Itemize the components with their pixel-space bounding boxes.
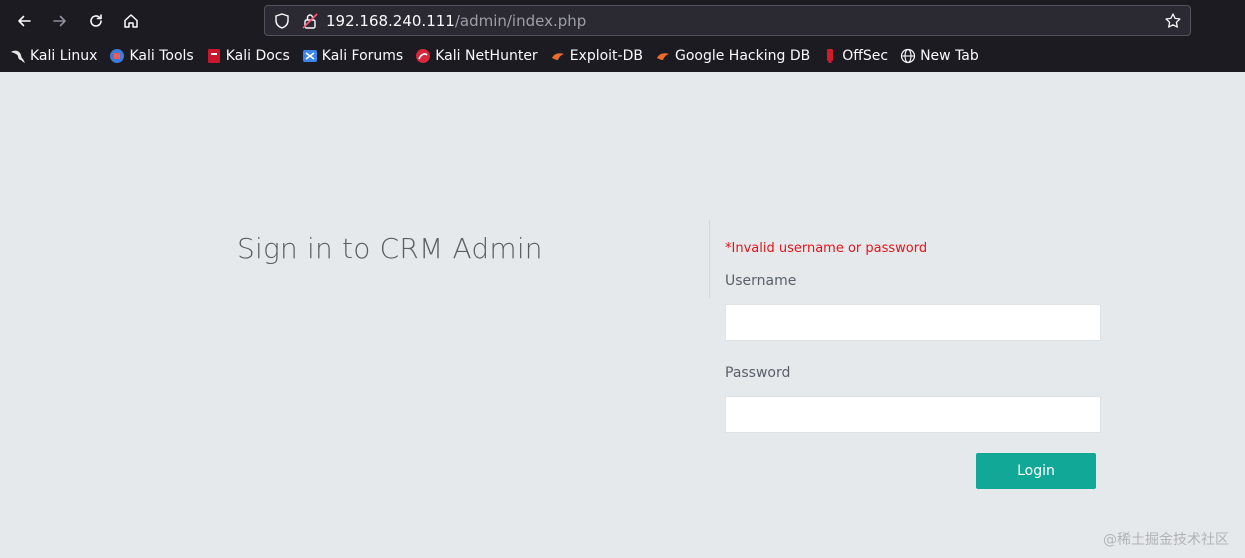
bookmark-kali-linux[interactable]: Kali Linux [10, 48, 97, 64]
bookmark-label: Google Hacking DB [674, 48, 811, 64]
browser-chrome: 192.168.240.111/admin/index.php Kali Lin… [0, 0, 1245, 72]
home-button[interactable] [118, 8, 144, 34]
bookmark-label: Kali Tools [129, 48, 194, 64]
password-label: Password [725, 365, 791, 381]
watermark: @稀土掘金技术社区 [1103, 532, 1229, 548]
bookmarks-bar: Kali Linux Kali Tools Kali Docs Kali For… [10, 44, 991, 68]
bookmark-label: OffSec [842, 48, 889, 64]
globe-icon [900, 48, 916, 64]
offsec-icon [822, 48, 838, 64]
bookmark-new-tab[interactable]: New Tab [900, 48, 979, 64]
bookmark-label: New Tab [920, 48, 979, 64]
bookmark-label: Kali Linux [30, 48, 98, 64]
bookmark-offsec[interactable]: OffSec [822, 48, 888, 64]
kali-forums-icon [302, 48, 318, 64]
bookmark-kali-tools[interactable]: Kali Tools [109, 48, 194, 64]
forward-button[interactable] [47, 8, 73, 34]
reload-button[interactable] [83, 8, 109, 34]
bookmark-kali-nethunter[interactable]: Kali NetHunter [415, 48, 538, 64]
bookmark-kali-docs[interactable]: Kali Docs [206, 48, 290, 64]
bookmark-label: Kali Docs [225, 48, 290, 64]
divider [709, 220, 710, 298]
nethunter-icon [415, 48, 431, 64]
bookmark-label: Kali Forums [321, 48, 404, 64]
star-icon[interactable] [1164, 12, 1182, 30]
url-path: /admin/index.php [454, 12, 587, 30]
bookmark-label: Kali NetHunter [435, 48, 538, 64]
login-button[interactable]: Login [976, 453, 1096, 489]
url-host: 192.168.240.111 [326, 12, 455, 30]
exploit-db-icon [550, 48, 566, 64]
reload-icon [90, 14, 102, 27]
bookmark-exploit-db[interactable]: Exploit-DB [550, 48, 643, 64]
home-icon [124, 14, 138, 28]
kali-docs-icon [206, 48, 222, 64]
password-input[interactable] [725, 396, 1101, 433]
bookmark-kali-forums[interactable]: Kali Forums [302, 48, 403, 64]
arrow-right-icon [53, 15, 66, 27]
page-title: Sign in to CRM Admin [237, 232, 543, 265]
url-text[interactable]: 192.168.240.111/admin/index.php [326, 11, 586, 31]
username-label: Username [725, 273, 797, 289]
bookmark-label: Exploit-DB [569, 48, 643, 64]
address-bar[interactable]: 192.168.240.111/admin/index.php [264, 5, 1191, 36]
ghdb-icon [655, 48, 671, 64]
error-message: *Invalid username or password [725, 241, 928, 256]
login-page: Sign in to CRM Admin *Invalid username o… [0, 72, 1245, 558]
kali-tools-icon [109, 48, 125, 64]
username-input[interactable] [725, 304, 1101, 341]
arrow-left-icon [18, 15, 31, 27]
insecure-lock-icon[interactable] [301, 12, 319, 30]
shield-icon[interactable] [273, 12, 291, 30]
bookmark-google-hacking-db[interactable]: Google Hacking DB [655, 48, 810, 64]
kali-dragon-icon [10, 48, 26, 64]
back-button[interactable] [11, 8, 37, 34]
